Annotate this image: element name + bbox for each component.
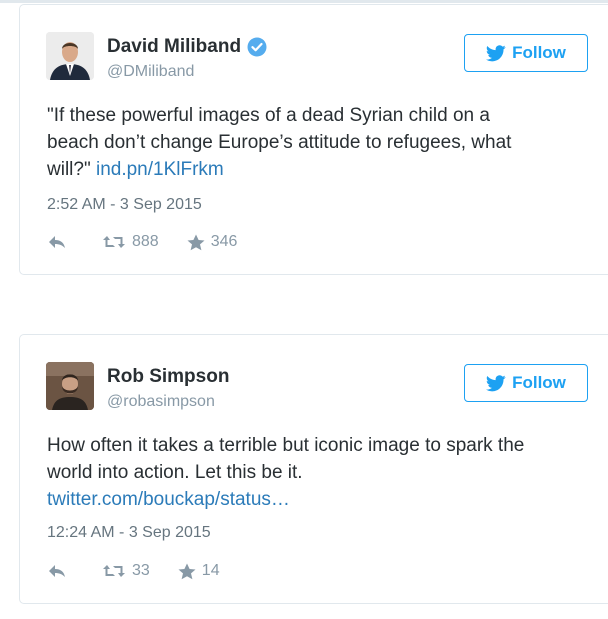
- tweet-link[interactable]: ind.pn/1KlFrkm: [96, 159, 224, 180]
- favorite-button[interactable]: 346: [187, 233, 238, 251]
- reply-icon: [49, 565, 65, 577]
- reply-button[interactable]: [47, 234, 67, 250]
- top-divider: [0, 0, 608, 3]
- tweet-card: David Miliband @DMiliband Follow "If the…: [19, 4, 608, 275]
- tweet-timestamp[interactable]: 2:52 AM - 3 Sep 2015: [47, 196, 202, 214]
- user-handle[interactable]: @DMiliband: [107, 63, 194, 81]
- tweet-text-fragment: will?": [47, 159, 91, 180]
- follow-label: Follow: [512, 373, 566, 392]
- display-name-text[interactable]: Rob Simpson: [107, 366, 229, 388]
- tweet-text-line: beach don’t change Europe’s attitude to …: [47, 132, 512, 153]
- avatar[interactable]: [46, 362, 94, 410]
- star-icon: [187, 234, 205, 250]
- retweet-count: 888: [132, 233, 159, 250]
- user-handle[interactable]: @robasimpson: [107, 393, 215, 411]
- favorite-count: 346: [210, 233, 238, 250]
- retweet-icon: [103, 565, 125, 577]
- tweet-actions: 888 346: [47, 233, 237, 251]
- tweet-text-line: twitter.com/bouckap/status…: [47, 486, 607, 513]
- tweet-text-line: "If these powerful images of a dead Syri…: [47, 105, 490, 126]
- follow-button[interactable]: Follow: [464, 364, 588, 402]
- verified-badge-icon: [247, 37, 267, 57]
- favorite-button[interactable]: 14: [178, 562, 220, 580]
- reply-icon: [49, 236, 65, 248]
- follow-label: Follow: [512, 43, 566, 62]
- reply-button[interactable]: [47, 563, 67, 579]
- tweet-text: "If these powerful images of a dead Syri…: [47, 102, 607, 183]
- retweet-button[interactable]: 888: [102, 233, 159, 251]
- twitter-bird-icon: [486, 44, 506, 61]
- follow-button[interactable]: Follow: [464, 34, 588, 72]
- tweet-text: How often it takes a terrible but iconic…: [47, 432, 607, 513]
- tweet-actions: 33 14: [47, 562, 220, 580]
- tweet-link[interactable]: twitter.com/bouckap/status…: [47, 489, 290, 510]
- twitter-bird-icon: [486, 374, 506, 391]
- retweet-button[interactable]: 33: [102, 562, 150, 580]
- tweet-card: Rob Simpson @robasimpson Follow How ofte…: [19, 334, 608, 604]
- retweet-count: 33: [132, 562, 150, 579]
- avatar-image: [46, 362, 94, 410]
- tweet-text-line: will?" ind.pn/1KlFrkm: [47, 156, 607, 183]
- tweet-text-line: world into action. Let this be it.: [47, 462, 303, 483]
- star-icon: [178, 563, 196, 579]
- display-name[interactable]: David Miliband: [107, 36, 267, 58]
- avatar[interactable]: [46, 32, 94, 80]
- avatar-image: [46, 32, 94, 80]
- display-name-text[interactable]: David Miliband: [107, 36, 241, 58]
- display-name[interactable]: Rob Simpson: [107, 366, 229, 388]
- favorite-count: 14: [201, 562, 220, 579]
- tweet-timestamp[interactable]: 12:24 AM - 3 Sep 2015: [47, 524, 211, 542]
- tweet-text-line: How often it takes a terrible but iconic…: [47, 435, 525, 456]
- retweet-icon: [103, 236, 125, 248]
